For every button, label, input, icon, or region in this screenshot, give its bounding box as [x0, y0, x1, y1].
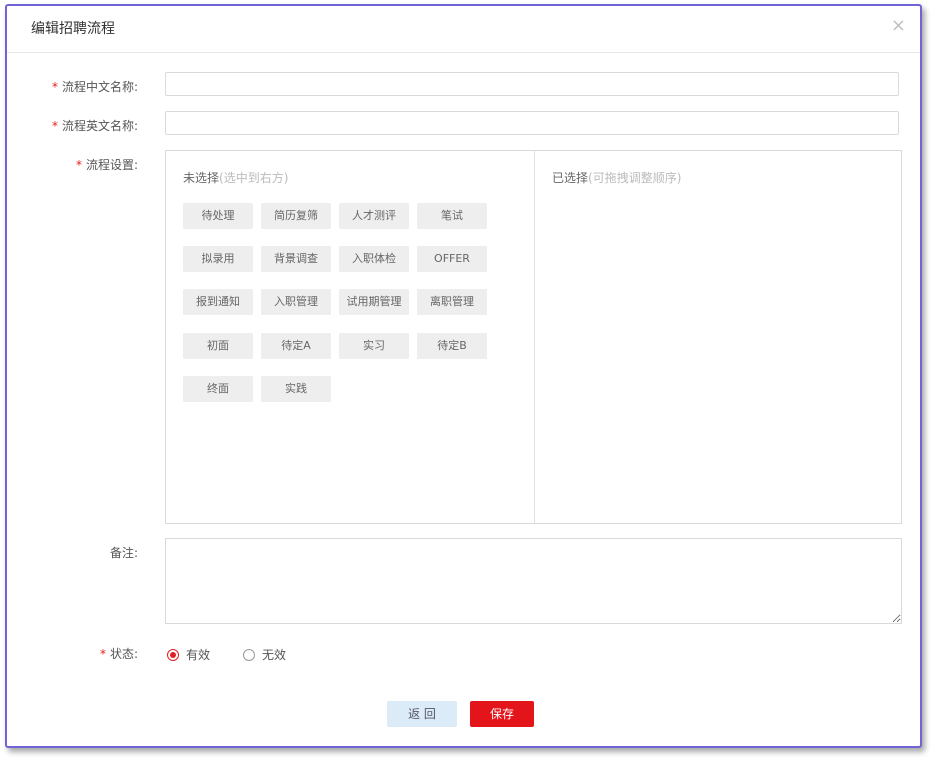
required-mark: *: [75, 158, 82, 172]
process-step-item[interactable]: 实践: [261, 376, 331, 402]
edit-process-dialog: 编辑招聘流程 × * 流程中文名称: * 流程英文名称: * 流程设置: 未选择(选中…: [5, 4, 922, 748]
remark-textarea[interactable]: [165, 538, 902, 624]
process-step-item[interactable]: 报到通知: [183, 289, 253, 315]
process-step-item[interactable]: 拟录用: [183, 246, 253, 272]
remark-label: 备注:: [109, 546, 138, 560]
status-label: * 状态:: [99, 647, 138, 661]
name-en-label: * 流程英文名称:: [51, 119, 138, 133]
close-icon[interactable]: ×: [891, 16, 906, 36]
process-label: * 流程设置:: [75, 158, 138, 172]
selected-pane-title: 已选择(可拖拽调整顺序): [552, 171, 682, 185]
process-step-item[interactable]: 待定A: [261, 333, 331, 359]
status-valid-radio[interactable]: 有效: [167, 646, 210, 663]
name-en-input[interactable]: [165, 111, 899, 135]
radio-circle-icon: [243, 648, 255, 661]
dialog-header: 编辑招聘流程 ×: [7, 6, 920, 53]
process-selector: 未选择(选中到右方) 待处理 简历复筛 人才测评 笔试拟录用 背景调查 入职体检 OFFER…: [165, 150, 902, 524]
process-step-item[interactable]: 待定B: [417, 333, 487, 359]
status-invalid-radio[interactable]: 无效: [243, 646, 286, 663]
dialog-title: 编辑招聘流程: [31, 21, 115, 37]
process-step-item[interactable]: 初面: [183, 333, 253, 359]
process-step-item[interactable]: 离职管理: [417, 289, 487, 315]
unselected-pane-title: 未选择(选中到右方): [183, 171, 289, 185]
selected-pane[interactable]: 已选择(可拖拽调整顺序): [535, 151, 901, 523]
process-step-item[interactable]: 笔试: [417, 203, 487, 229]
process-step-item[interactable]: 简历复筛: [261, 203, 331, 229]
radio-circle-icon: [167, 648, 179, 661]
process-step-item[interactable]: 终面: [183, 376, 253, 402]
name-cn-label: * 流程中文名称:: [51, 80, 138, 94]
process-step-item[interactable]: 入职管理: [261, 289, 331, 315]
process-step-item[interactable]: 背景调查: [261, 246, 331, 272]
required-mark: *: [99, 647, 106, 661]
process-step-item[interactable]: 实习: [339, 333, 409, 359]
process-step-item[interactable]: 入职体检: [339, 246, 409, 272]
process-step-item[interactable]: 人才测评: [339, 203, 409, 229]
name-cn-input[interactable]: [165, 72, 899, 96]
process-step-item[interactable]: OFFER: [417, 246, 487, 272]
process-step-item[interactable]: 待处理: [183, 203, 253, 229]
process-step-item[interactable]: 试用期管理: [339, 289, 409, 315]
required-mark: *: [51, 119, 58, 133]
back-button[interactable]: 返 回: [387, 701, 457, 727]
save-button[interactable]: 保存: [470, 701, 534, 727]
unselected-pane: 未选择(选中到右方) 待处理 简历复筛 人才测评 笔试拟录用 背景调查 入职体检 OFFER…: [166, 151, 535, 523]
required-mark: *: [51, 80, 58, 94]
